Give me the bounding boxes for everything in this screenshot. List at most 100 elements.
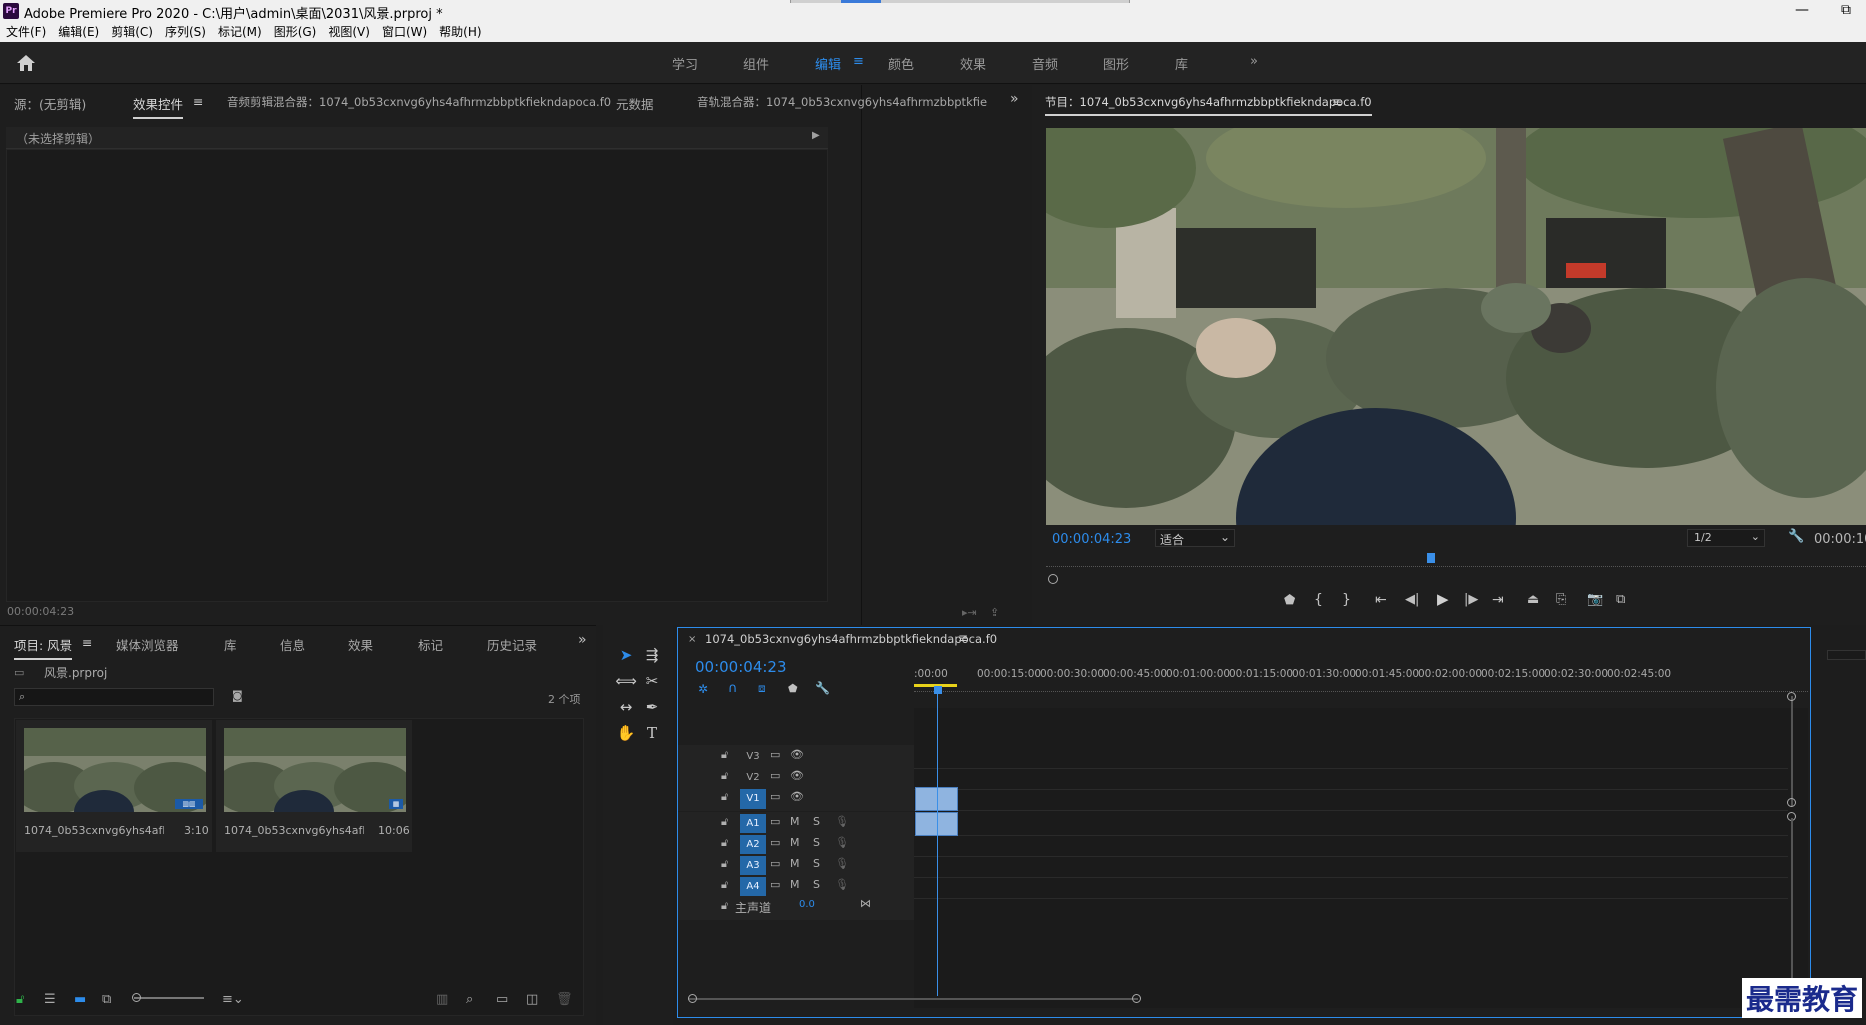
tab-project[interactable]: 项目: 风景	[14, 635, 73, 660]
timeline-timecode[interactable]: 00:00:04:23	[695, 658, 787, 676]
menu-edit[interactable]: 编辑(E)	[52, 22, 105, 42]
home-icon[interactable]	[15, 53, 41, 75]
sequence-tab[interactable]: 1074_0b53cxnvg6yhs4afhrmzbbptkfiekndapoc…	[705, 632, 997, 646]
project-menu-icon[interactable]: ≡	[82, 635, 92, 650]
toggle-sync-icon[interactable]: ▭	[770, 857, 780, 870]
program-menu-icon[interactable]: ≡	[1332, 94, 1342, 109]
menu-window[interactable]: 窗口(W)	[376, 22, 433, 42]
razor-tool-icon[interactable]: ✂	[639, 669, 665, 693]
step-back-icon[interactable]: ◀|	[1405, 592, 1419, 607]
timeline-horizontal-scrollbar[interactable]	[688, 998, 1138, 1000]
tab-history[interactable]: 历史记录	[487, 635, 537, 654]
resolution-dropdown[interactable]: 1/2 ⌄	[1687, 529, 1765, 547]
menu-help[interactable]: 帮助(H)	[433, 22, 487, 42]
play-icon[interactable]: ▶	[1437, 590, 1449, 608]
tab-markers[interactable]: 标记	[418, 635, 443, 654]
fit-dropdown[interactable]: 适合 ⌄	[1155, 529, 1235, 547]
sort-icon[interactable]: ≡⌄	[222, 992, 244, 1007]
lock-icon[interactable]: 🔓︎	[721, 857, 728, 871]
voice-over-mic-icon[interactable]: 🎙︎	[835, 836, 849, 849]
marker-icon[interactable]: ⬟	[1284, 593, 1295, 608]
lock-icon[interactable]: 🔓︎	[16, 992, 24, 1007]
program-title[interactable]: 节目：1074_0b53cxnvg6yhs4afhrmzbbptkfieknda…	[1045, 94, 1372, 116]
project-overflow-icon[interactable]: »	[578, 632, 587, 648]
new-item-icon[interactable]: ◫	[526, 992, 538, 1007]
tab-media-browser[interactable]: 媒体浏览器	[116, 635, 179, 654]
zoom-slider-handle[interactable]	[132, 993, 141, 1002]
tab-effects[interactable]: 效果	[348, 635, 373, 654]
workspace-effects[interactable]: 效果	[960, 54, 986, 73]
lock-icon[interactable]: 🔓︎	[721, 815, 728, 829]
solo-button[interactable]: S	[813, 857, 820, 870]
mute-button[interactable]: M	[790, 815, 800, 828]
new-search-bin-icon[interactable]: ◙	[232, 689, 243, 702]
video-vertical-scrollbar[interactable]	[1791, 696, 1793, 806]
playhead-handle[interactable]	[934, 686, 942, 694]
program-playhead[interactable]	[1427, 553, 1436, 563]
mute-button[interactable]: M	[790, 878, 800, 891]
timeline-settings-icon[interactable]: 🔧	[815, 681, 830, 695]
track-label-a1[interactable]: A1	[740, 814, 766, 834]
tab-info[interactable]: 信息	[280, 635, 305, 654]
minimize-button[interactable]: —	[1782, 0, 1822, 22]
track-label-v2[interactable]: V2	[740, 768, 766, 788]
close-sequence-icon[interactable]: ×	[688, 634, 696, 645]
track-label-a2[interactable]: A2	[740, 835, 766, 855]
video-scroll-handle-bottom[interactable]	[1787, 798, 1796, 807]
expand-triangle-icon[interactable]: ▶	[812, 130, 820, 141]
solo-button[interactable]: S	[813, 815, 820, 828]
playhead-line[interactable]	[937, 692, 938, 996]
scroll-handle-left[interactable]	[688, 994, 697, 1003]
program-timecode[interactable]: 00:00:04:23	[1052, 532, 1131, 547]
settings-wrench-icon[interactable]: 🔧	[1788, 529, 1804, 544]
clear-icon[interactable]: 🗑︎	[556, 992, 573, 1007]
solo-button[interactable]: S	[813, 836, 820, 849]
freeform-view-icon[interactable]: ⧉	[102, 992, 111, 1007]
restore-button[interactable]: ⧉	[1826, 0, 1866, 22]
sequence-menu-icon[interactable]: ≡	[958, 631, 968, 645]
scroll-handle-right[interactable]	[1132, 994, 1141, 1003]
menu-view[interactable]: 视图(V)	[322, 22, 376, 42]
toggle-sync-icon[interactable]: ▭	[770, 769, 780, 782]
eye-icon[interactable]: 👁︎	[790, 769, 804, 782]
add-marker-icon[interactable]: ⬟	[788, 682, 798, 695]
eye-icon[interactable]: 👁︎	[790, 790, 804, 803]
track-label-a4[interactable]: A4	[740, 877, 766, 897]
slip-tool-icon[interactable]: ↔	[613, 695, 639, 719]
extract-icon[interactable]: ⎘	[1556, 592, 1566, 607]
solo-button[interactable]: S	[813, 878, 820, 891]
list-item[interactable]: ▦ 1074_0b53cxnvg6yhs4afhr... 10:06	[216, 720, 412, 852]
project-search-input[interactable]: ⌕	[14, 688, 214, 706]
linked-selection-icon[interactable]: ⧈	[758, 681, 766, 696]
tab-source[interactable]: 源：(无剪辑)	[14, 94, 86, 113]
menu-marker[interactable]: 标记(M)	[212, 22, 268, 42]
lock-icon[interactable]: 🔓︎	[721, 899, 728, 913]
ripple-edit-tool-icon[interactable]: ⟺	[613, 669, 639, 693]
mark-in-icon[interactable]: {	[1314, 592, 1323, 608]
menu-graphics[interactable]: 图形(G)	[268, 22, 323, 42]
workspace-assembly[interactable]: 组件	[743, 54, 769, 73]
tab-metadata[interactable]: 元数据	[616, 94, 654, 113]
workspace-editing[interactable]: 编辑	[815, 54, 841, 73]
export-frame-icon[interactable]: ▸⇥	[962, 606, 977, 619]
list-item[interactable]: ▥▥ 1074_0b53cxnvg6yhs4afhrm... 3:10	[16, 720, 212, 852]
menu-file[interactable]: 文件(F)	[0, 22, 52, 42]
pen-tool-icon[interactable]: ✒	[639, 695, 665, 719]
tab-menu-icon[interactable]: ≡	[193, 94, 203, 109]
type-tool-icon[interactable]: T	[639, 721, 665, 745]
icon-view-icon[interactable]: ▬	[74, 992, 86, 1007]
export-frame-camera-icon[interactable]: 📷	[1587, 592, 1603, 607]
nest-icon[interactable]: ✲	[698, 682, 708, 696]
program-video-frame[interactable]	[1046, 128, 1866, 525]
lock-icon[interactable]: 🔓︎	[721, 769, 728, 783]
sequence-thumbnail[interactable]: ▦	[224, 728, 406, 812]
master-volume-value[interactable]: 0.0	[799, 899, 815, 910]
menu-clip[interactable]: 剪辑(C)	[105, 22, 159, 42]
automate-sequence-icon[interactable]: ▥	[436, 992, 448, 1007]
workspace-libraries[interactable]: 库	[1175, 54, 1188, 73]
workspace-audio[interactable]: 音频	[1032, 54, 1058, 73]
audio-vertical-scrollbar[interactable]	[1791, 818, 1793, 998]
snap-icon[interactable]: ∩	[728, 681, 738, 696]
clip-thumbnail[interactable]: ▥▥	[24, 728, 206, 812]
toggle-sync-icon[interactable]: ▭	[770, 790, 780, 803]
